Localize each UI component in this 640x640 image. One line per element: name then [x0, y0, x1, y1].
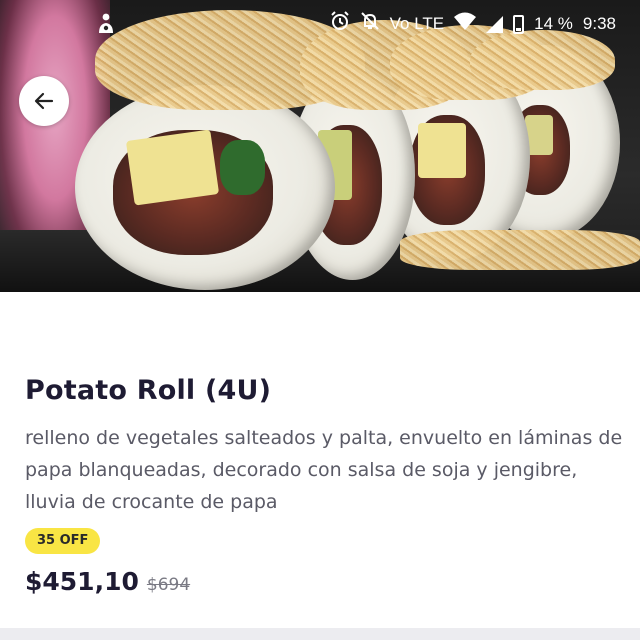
back-button[interactable] — [19, 76, 69, 126]
bell-off-icon — [360, 11, 380, 37]
network-label: Vo LTE — [389, 14, 445, 33]
status-bar: Vo LTE 14 % 9:38 — [0, 0, 640, 48]
discount-badge: 35 OFF — [25, 528, 101, 554]
wifi-icon — [454, 12, 477, 36]
potato-crisp-topping — [400, 230, 640, 270]
price-row: $451,10 $694 — [25, 567, 190, 596]
app-notification-icon — [96, 12, 116, 39]
alarm-icon — [330, 11, 350, 37]
product-description: relleno de vegetales salteados y palta, … — [25, 427, 623, 513]
signal-icon — [486, 15, 504, 33]
arrow-left-icon — [34, 92, 54, 110]
product-details: Potato Roll (4U) relleno de vegetales sa… — [0, 292, 640, 628]
current-price: $451,10 — [25, 567, 139, 596]
battery-icon — [513, 14, 525, 34]
battery-percent: 14 % — [534, 14, 573, 33]
product-title: Potato Roll (4U) — [25, 375, 272, 406]
clock-time: 9:38 — [582, 14, 616, 33]
sushi-roll — [75, 85, 335, 290]
bottom-divider — [0, 628, 640, 640]
original-price: $694 — [146, 575, 191, 595]
